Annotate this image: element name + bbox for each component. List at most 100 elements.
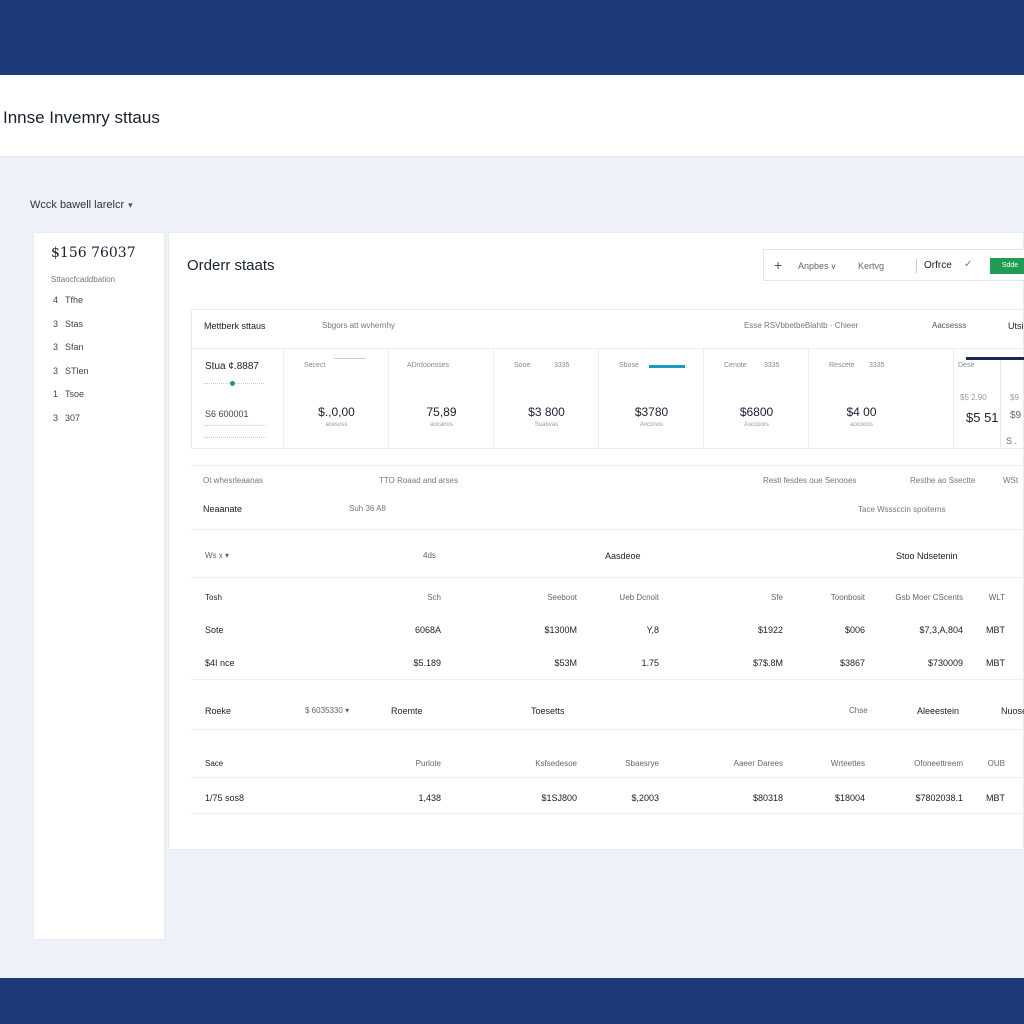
table-header-cell: Aleeestein [917, 706, 960, 716]
kpi-caption: acesoss [325, 422, 348, 428]
column-header: Sace [205, 759, 224, 768]
sidebar-item[interactable]: 3 Sfan [53, 342, 89, 366]
filter-dropdown[interactable]: Wcck bawell larelcr ▾ [30, 199, 133, 211]
card-subtitle: Sbgors att wvhernhy [322, 321, 395, 330]
divider [191, 465, 1024, 466]
section-label: Tace Wsssccin spoiterns [858, 505, 946, 514]
column-header: Wrteettes [830, 759, 865, 768]
divider [191, 529, 1024, 530]
column-header: Toonbosit [830, 593, 865, 602]
kpi-tile: Rescete 3335 $4 00 aocooos [809, 349, 954, 449]
section-value: Suh 36 A8 [349, 504, 386, 513]
kpi-summary: Stua ¢.8887 S6 600001 [192, 349, 284, 449]
sidebar: $156 76037 Sttaocfcaddbation 4 Tfhe 3 Stas… [33, 232, 165, 940]
kpi-value: $3 800 [528, 405, 565, 419]
top-band [0, 0, 1024, 75]
column-header: WLT [988, 593, 1005, 602]
table-header-cell: Aasdeoe [605, 551, 641, 561]
sidebar-item[interactable]: 1 Tsoe [53, 389, 89, 413]
save-button[interactable]: Sdde [990, 258, 1024, 274]
column-header: Seeboot [547, 593, 577, 602]
card-tab-access[interactable]: Aacsesss [932, 321, 966, 330]
check-icon[interactable]: ✓ [964, 259, 972, 270]
page-title: Innse Invemry sttaus [3, 108, 160, 127]
table-column-headers: Sace Purlote Ksfsedesoe Sbaesrye Aaeer D… [191, 755, 1024, 775]
column-header: Ueb Dcnoit [619, 593, 659, 602]
column-header: Sch [427, 593, 441, 602]
kpi-tile: Cenote 3335 $6800 Asccoors [704, 349, 809, 449]
column-header: Ofoneettreem [914, 759, 963, 768]
table-header-cell: Roemte [391, 706, 423, 716]
divider [204, 425, 266, 426]
divider [191, 577, 1024, 578]
table-row[interactable]: $4I nce $5.189 $53M 1.75 $7$.8M $3867 $7… [191, 654, 1024, 674]
divider [1000, 361, 1001, 447]
table-header-cell: Nuose [1001, 706, 1024, 716]
kpi-tile: Secect $.,0,00 acesoss [284, 349, 389, 449]
sidebar-item[interactable]: 3 307 [53, 413, 89, 437]
divider [191, 813, 1024, 814]
kpi-indicator [649, 365, 685, 368]
section-label: Resti fesdes oue Senooes [763, 476, 857, 485]
kpi-tile: Sooe 3335 $3 800 Suabvas [494, 349, 599, 449]
section-title: Neaanate [203, 504, 243, 514]
column-header: Aaeer Darees [733, 759, 783, 768]
kpi-summary-value: Stua ¢.8887 [205, 361, 259, 372]
column-header: Gsb Moer CScents [895, 593, 963, 602]
kpi-value: $4 00 [846, 405, 877, 419]
sidebar-item[interactable]: 3 Stas [53, 319, 89, 343]
table-filter[interactable]: $ 6035330 ▾ [305, 706, 349, 715]
kpi-value: $.,0,00 [318, 405, 355, 419]
bottom-band [0, 978, 1024, 1024]
kpi-tile: Sbose $3780 Anconos [599, 349, 704, 449]
panel-title: Orderr staats [187, 257, 275, 274]
column-header: Tosh [205, 593, 222, 602]
kpi-indicator [966, 357, 1024, 360]
column-header: Sfe [770, 593, 783, 602]
kpi-tile-right: Dese $5 2.90 $5 51 $9 $9 S . [954, 349, 1024, 449]
sidebar-total: $156 76037 [51, 245, 136, 261]
view-label[interactable]: Orfrce [924, 260, 952, 271]
table-header-cell: Chse [849, 706, 868, 715]
column-header: Purlote [415, 759, 441, 768]
divider [191, 679, 1024, 680]
table-header-cell: Toesetts [531, 706, 565, 716]
chevron-down-icon: ▾ [128, 200, 133, 210]
section-label: Ot whesrleaanas [203, 476, 264, 485]
card-meta: Esse RSVbbetbeBlahtb · Chieer [744, 321, 859, 330]
section-label: Resthe ao Ssectte [910, 476, 976, 485]
column-header: Sbaesrye [625, 759, 659, 768]
divider [204, 437, 266, 438]
plus-icon[interactable]: + [774, 257, 782, 273]
chevron-down-icon: ▾ [225, 551, 230, 560]
table-row[interactable]: 1/75 sos8 1,438 $1SJ800 $,2003 $80318 $1… [191, 789, 1024, 809]
page-header: Innse Invemry sttaus [0, 75, 1024, 157]
table-row[interactable]: Sote 6068A $1300M Y,8 $1922 $006 $7,3,A,… [191, 621, 1024, 641]
table-filter[interactable]: Ws x ▾ [205, 551, 229, 560]
kpi-indicator [334, 358, 366, 359]
table-column-headers: Tosh Sch Seeboot Ueb Dcnoit Sfe Toonbosi… [191, 589, 1024, 609]
column-header: OUB [987, 759, 1005, 768]
kpi-caption: aocanos [430, 422, 453, 428]
kpi-value: $6800 [739, 405, 774, 419]
divider [191, 777, 1024, 778]
kpi-caption: aocooos [850, 422, 873, 428]
card-tab-units[interactable]: Utsi [1008, 321, 1024, 331]
kpi-value: $5 51 [966, 410, 999, 425]
filter-select-1[interactable]: Anpbes ∨ [798, 261, 836, 271]
table-header-cell: 4ds [423, 551, 436, 560]
chevron-down-icon: ∨ [830, 262, 837, 271]
filter-label: Wcck bawell larelcr [30, 199, 125, 211]
column-header: Ksfsedesoe [535, 759, 577, 768]
kpi-caption: Asccoors [744, 422, 769, 428]
kpi-caption: Suabvas [534, 422, 559, 428]
chevron-down-icon: ▾ [345, 706, 350, 715]
sidebar-subtitle: Sttaocfcaddbation [51, 275, 116, 284]
sidebar-item[interactable]: 3 STlen [53, 366, 89, 390]
table-header: Roeke $ 6035330 ▾ Roemte Toesetts Chse A… [191, 689, 1024, 725]
sidebar-item[interactable]: 4 Tfhe [53, 295, 89, 319]
divider [191, 729, 1024, 730]
section-label: TTO Roaad and arses [379, 476, 459, 485]
filter-select-2[interactable]: Kertvg [858, 261, 884, 271]
toolbar-divider [916, 259, 917, 273]
